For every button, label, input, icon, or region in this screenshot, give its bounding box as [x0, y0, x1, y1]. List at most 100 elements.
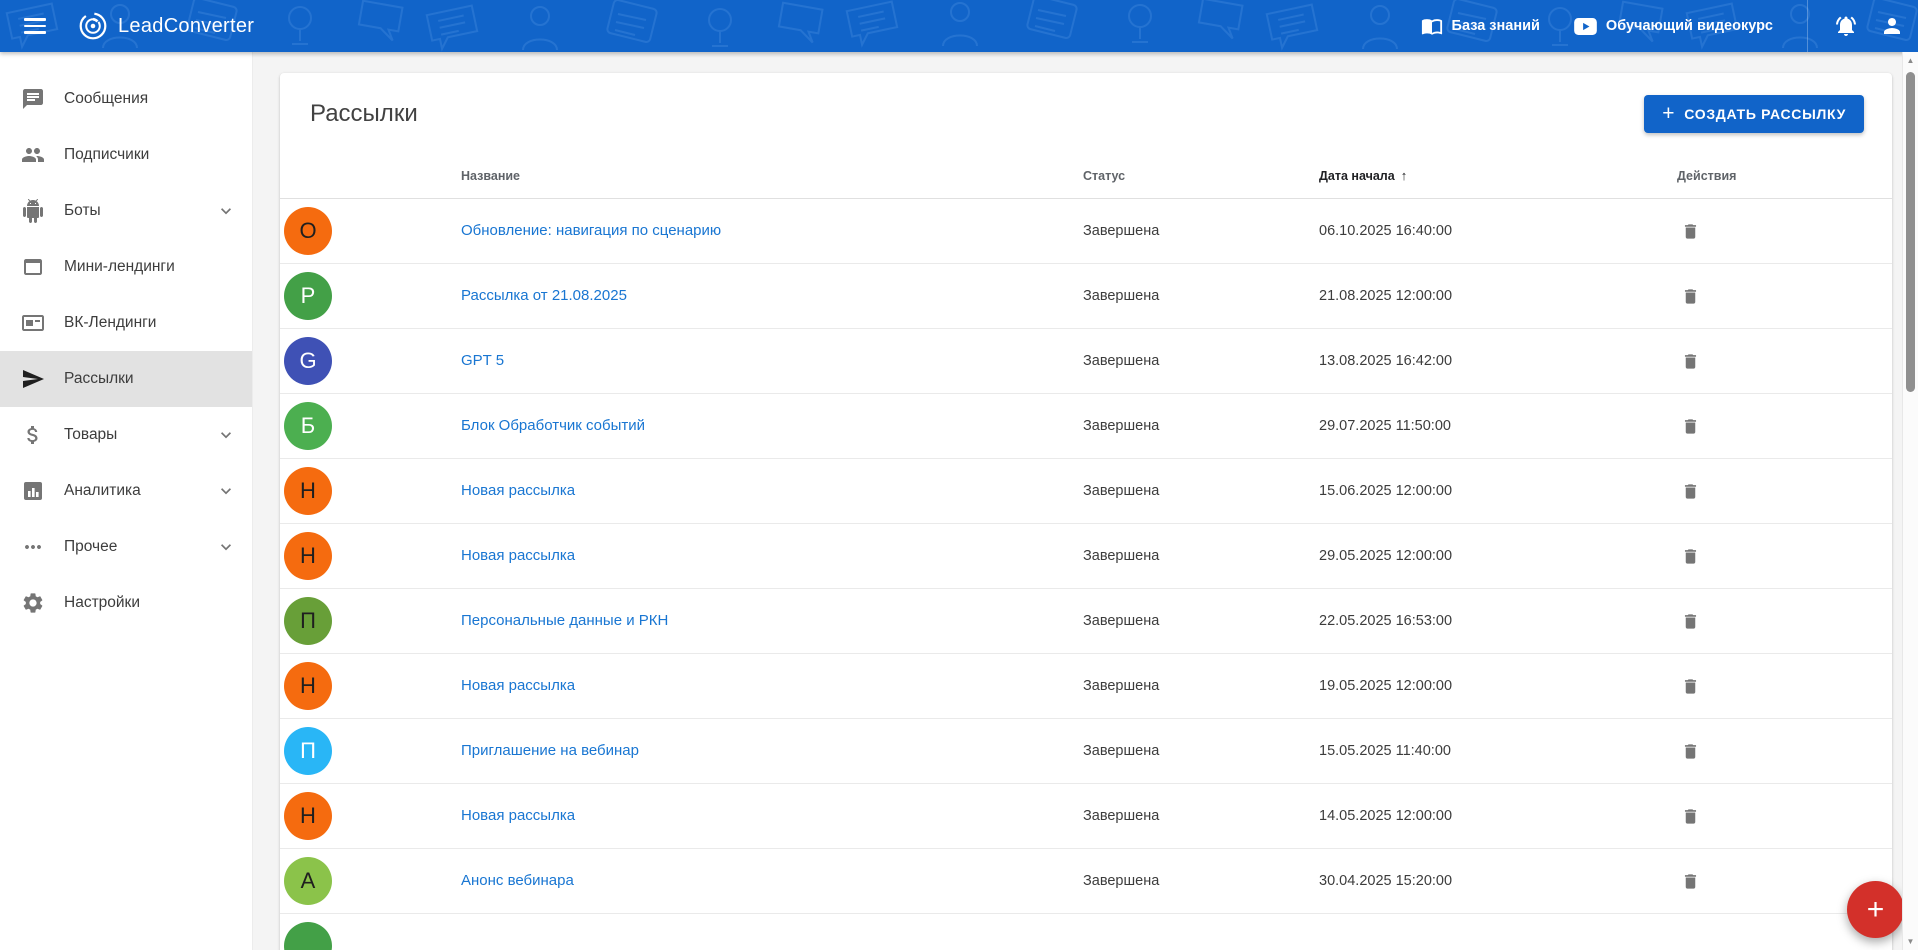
mailing-name-link[interactable]: Персональные данные и РКН	[461, 612, 668, 629]
vertical-scrollbar[interactable]: ▲ ▼	[1902, 52, 1918, 950]
table-row: А Анонс вебинара Завершена 30.04.2025 15…	[280, 849, 1892, 914]
sidebar-item-analytics[interactable]: Аналитика	[0, 463, 252, 519]
scroll-up-arrow-icon[interactable]: ▲	[1903, 56, 1918, 65]
delete-mailing-button[interactable]	[1679, 285, 1702, 308]
avatar: А	[284, 857, 332, 905]
table-row: G GPT 5 Завершена 13.08.2025 16:42:00	[280, 329, 1892, 394]
mailing-name-link[interactable]: Новая рассылка	[461, 547, 575, 564]
table-row: Р Рассылка от 21.08.2025 Завершена 21.08…	[280, 264, 1892, 329]
notifications-bell-icon[interactable]	[1834, 14, 1858, 38]
sidebar-item-mini-landings[interactable]: Мини-лендинги	[0, 239, 252, 295]
send-icon	[21, 367, 45, 391]
mailing-name-link[interactable]: Блок Обработчик событий	[461, 417, 645, 434]
app-logo[interactable]: LeadConverter	[78, 11, 254, 41]
chevron-down-icon[interactable]	[216, 201, 236, 221]
sidebar-item-label: Сообщения	[64, 90, 148, 108]
mailing-name-link[interactable]: Приглашение на вебинар	[461, 742, 639, 759]
app-name: LeadConverter	[118, 15, 254, 38]
avatar: Н	[284, 467, 332, 515]
create-mailing-button[interactable]: + СОЗДАТЬ РАССЫЛКУ	[1644, 95, 1864, 133]
mailing-start-date: 15.06.2025 12:00:00	[1319, 483, 1677, 499]
sidebar-item-vk-landings[interactable]: ВК-Лендинги	[0, 295, 252, 351]
sidebar-item-label: Мини-лендинги	[64, 258, 175, 276]
delete-mailing-button[interactable]	[1679, 220, 1702, 243]
sidebar-item-subscribers[interactable]: Подписчики	[0, 127, 252, 183]
mailing-name-link[interactable]: Рассылка от 21.08.2025	[461, 287, 627, 304]
avatar	[284, 922, 332, 950]
mailing-status: Завершена	[1083, 678, 1319, 694]
scrollbar-thumb[interactable]	[1906, 72, 1915, 392]
column-header-start-date[interactable]: Дата начала ↑	[1319, 168, 1677, 183]
mailing-start-date: 19.05.2025 12:00:00	[1319, 678, 1677, 694]
delete-mailing-button[interactable]	[1679, 610, 1702, 633]
user-profile-icon[interactable]	[1880, 14, 1904, 38]
sidebar-item-products[interactable]: Товары	[0, 407, 252, 463]
table-header-row: Название Статус Дата начала ↑ Действия	[280, 153, 1892, 199]
chevron-down-icon[interactable]	[216, 425, 236, 445]
fab-add-mailing-button[interactable]: +	[1847, 881, 1904, 938]
mailing-name-link[interactable]: GPT 5	[461, 352, 504, 369]
mailing-status: Завершена	[1083, 613, 1319, 629]
delete-mailing-button[interactable]	[1679, 350, 1702, 373]
avatar: Б	[284, 402, 332, 450]
avatar: Р	[284, 272, 332, 320]
knowledge-base-label: База знаний	[1452, 18, 1540, 34]
delete-mailing-button[interactable]	[1679, 870, 1702, 893]
mailing-start-date: 14.05.2025 12:00:00	[1319, 808, 1677, 824]
delete-mailing-button[interactable]	[1679, 545, 1702, 568]
sidebar-item-bots[interactable]: Боты	[0, 183, 252, 239]
analytics-icon	[21, 479, 45, 503]
table-row: Б Блок Обработчик событий Завершена 29.0…	[280, 394, 1892, 459]
page-title: Рассылки	[310, 100, 418, 128]
delete-mailing-button[interactable]	[1679, 415, 1702, 438]
video-course-label: Обучающий видеокурс	[1606, 18, 1773, 34]
sidebar-item-other[interactable]: Прочее	[0, 519, 252, 575]
table-row: Н Новая рассылка Завершена 19.05.2025 12…	[280, 654, 1892, 719]
sidebar-item-messages[interactable]: Сообщения	[0, 71, 252, 127]
mailing-start-date: 21.08.2025 12:00:00	[1319, 288, 1677, 304]
leadconverter-logo-icon	[78, 11, 108, 41]
table-row	[280, 914, 1892, 950]
mailing-start-date: 29.07.2025 11:50:00	[1319, 418, 1677, 434]
sidebar-item-label: Товары	[64, 426, 117, 444]
mailing-start-date: 30.04.2025 15:20:00	[1319, 873, 1677, 889]
mailing-start-date: 15.05.2025 11:40:00	[1319, 743, 1677, 759]
knowledge-base-link[interactable]: База знаний	[1421, 15, 1540, 37]
column-header-start-date-label: Дата начала	[1319, 169, 1395, 183]
sidebar-item-mailings[interactable]: Рассылки	[0, 351, 252, 407]
delete-mailing-button[interactable]	[1679, 675, 1702, 698]
mailing-name-link[interactable]: Новая рассылка	[461, 677, 575, 694]
dollar-icon	[21, 423, 45, 447]
menu-toggle-button[interactable]	[18, 8, 52, 44]
table-row: О Обновление: навигация по сценарию Заве…	[280, 199, 1892, 264]
avatar: П	[284, 597, 332, 645]
more-dots-icon	[21, 535, 45, 559]
avatar: Н	[284, 662, 332, 710]
column-header-name: Название	[461, 169, 1083, 183]
mailing-name-link[interactable]: Новая рассылка	[461, 482, 575, 499]
chevron-down-icon[interactable]	[216, 537, 236, 557]
sidebar-item-settings[interactable]: Настройки	[0, 575, 252, 631]
mailing-name-link[interactable]: Обновление: навигация по сценарию	[461, 222, 721, 239]
delete-mailing-button[interactable]	[1679, 480, 1702, 503]
table-row: П Персональные данные и РКН Завершена 22…	[280, 589, 1892, 654]
mailing-name-link[interactable]: Новая рассылка	[461, 807, 575, 824]
mailing-status: Завершена	[1083, 223, 1319, 239]
column-header-actions: Действия	[1677, 169, 1892, 183]
mailing-name-link[interactable]: Анонс вебинара	[461, 872, 574, 889]
chat-icon	[21, 87, 45, 111]
delete-mailing-button[interactable]	[1679, 740, 1702, 763]
scroll-down-arrow-icon[interactable]: ▼	[1903, 937, 1918, 946]
mailing-start-date: 13.08.2025 16:42:00	[1319, 353, 1677, 369]
top-header: LeadConverter База знаний Обучающий виде…	[0, 0, 1918, 52]
book-icon	[1421, 15, 1443, 37]
vk-landing-icon	[21, 311, 45, 335]
chevron-down-icon[interactable]	[216, 481, 236, 501]
delete-mailing-button[interactable]	[1679, 805, 1702, 828]
mailing-start-date: 22.05.2025 16:53:00	[1319, 613, 1677, 629]
video-course-link[interactable]: Обучающий видеокурс	[1574, 18, 1773, 35]
avatar: Н	[284, 792, 332, 840]
plus-icon: +	[1867, 895, 1885, 925]
main-content: Рассылки + СОЗДАТЬ РАССЫЛКУ Название Ста…	[253, 52, 1902, 950]
sort-ascending-icon: ↑	[1401, 168, 1408, 183]
